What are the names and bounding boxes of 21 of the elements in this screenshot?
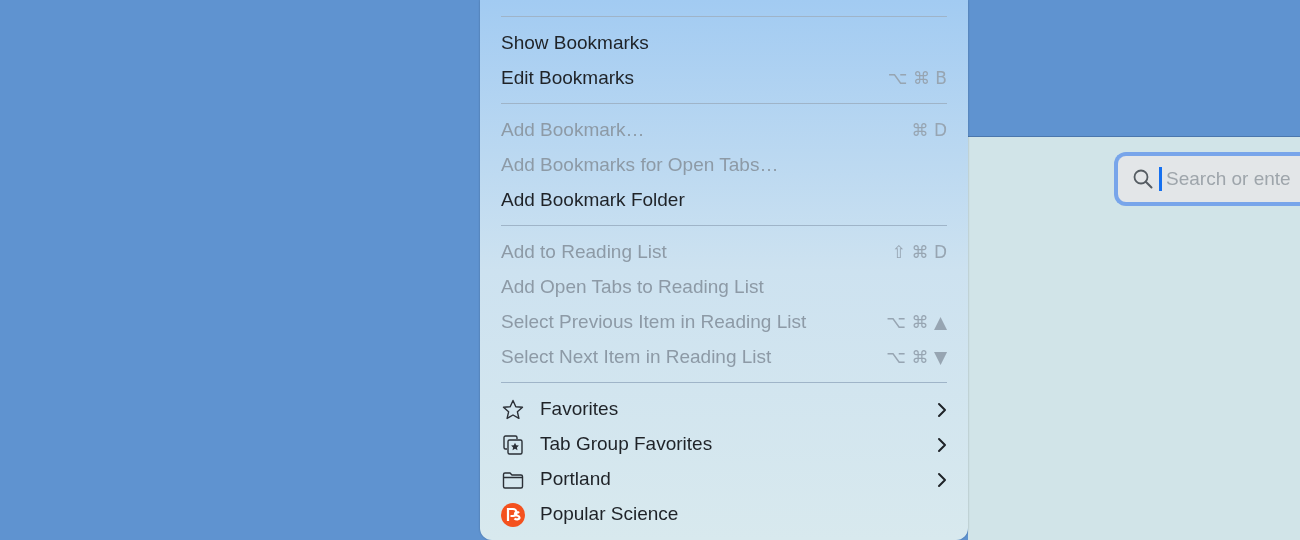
text-cursor: [1159, 167, 1162, 191]
search-icon: [1132, 168, 1154, 190]
star-icon: [501, 397, 525, 422]
shortcut-label: ⇧ ⌘ D: [891, 240, 947, 264]
menu-item[interactable]: Portland: [501, 462, 947, 497]
menu-item[interactable]: Favorites: [501, 392, 947, 427]
menu-item[interactable]: Popular Science: [501, 497, 947, 532]
menu-item[interactable]: Show Bookmarks: [501, 26, 947, 61]
shortcut-label: ⌥ ⌘ B: [887, 66, 947, 90]
menu-item[interactable]: Edit Bookmarks ⌥ ⌘ B: [501, 61, 947, 96]
tab-group-star-icon: [501, 432, 525, 457]
site-logo-icon: [501, 502, 525, 527]
shortcut-label: ⌥ ⌘ ▲: [886, 310, 947, 334]
menu-item[interactable]: Add Bookmark Folder: [501, 183, 947, 218]
chevron-right-icon: [937, 471, 947, 488]
chevron-right-icon: [937, 401, 947, 418]
shortcut-label: ⌥ ⌘ ▼: [886, 345, 947, 369]
menu-item[interactable]: Tab Group Favorites: [501, 427, 947, 462]
address-field[interactable]: Search or ente: [1114, 152, 1300, 206]
chevron-right-icon: [937, 436, 947, 453]
shortcut-label: ⌘ D: [911, 118, 947, 142]
